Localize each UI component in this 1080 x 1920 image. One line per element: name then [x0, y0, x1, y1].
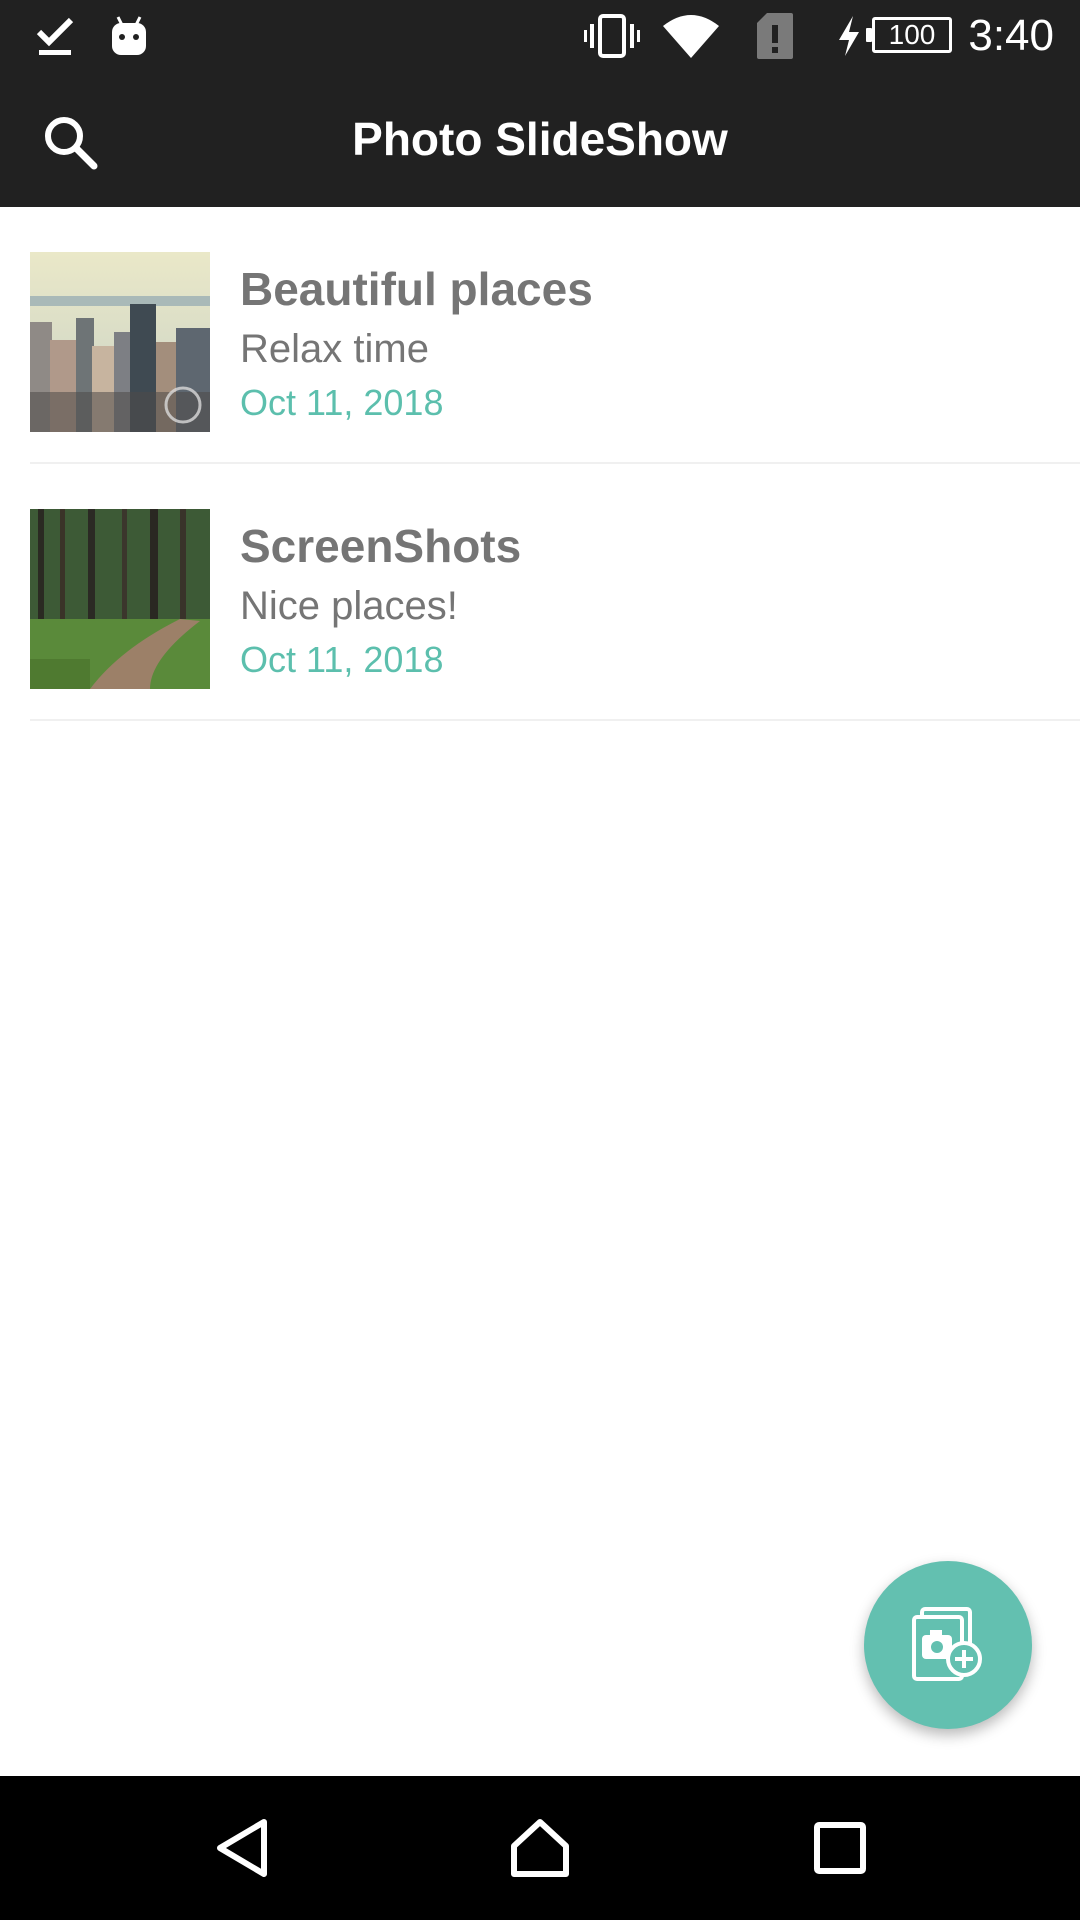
android-icon — [104, 0, 154, 72]
vibrate-icon — [582, 0, 642, 72]
battery-level: 100 — [888, 19, 936, 50]
back-icon — [217, 1819, 267, 1877]
recents-icon — [814, 1822, 866, 1874]
slideshow-subtitle: Nice places! — [240, 584, 458, 628]
forest-path-thumbnail — [30, 509, 210, 689]
charging-icon — [832, 0, 866, 72]
sim-alert-icon — [752, 0, 798, 72]
home-button[interactable] — [468, 1776, 612, 1920]
recents-button[interactable] — [768, 1776, 912, 1920]
slideshow-date: Oct 11, 2018 — [240, 382, 444, 423]
slideshow-title: ScreenShots — [240, 520, 522, 572]
page-title: Photo SlideShow — [352, 113, 728, 165]
wifi-icon — [660, 0, 722, 72]
city-skyline-thumbnail — [30, 252, 210, 432]
app-bar: Photo SlideShow — [0, 72, 1080, 207]
divider — [30, 719, 1080, 721]
slideshow-title: Beautiful places — [240, 263, 593, 315]
home-icon — [511, 1819, 569, 1877]
clock: 3:40 — [968, 11, 1054, 60]
download-done-icon — [30, 0, 80, 72]
add-photo-icon — [912, 1607, 982, 1681]
battery-icon: 100 — [872, 17, 952, 53]
slideshow-date: Oct 11, 2018 — [240, 639, 444, 680]
slideshow-subtitle: Relax time — [240, 327, 429, 371]
back-button[interactable] — [170, 1776, 314, 1920]
status-bar: 100 3:40 — [0, 0, 1080, 72]
screen: 100 3:40 Photo SlideShow Beautiful place… — [0, 0, 1080, 1920]
slideshow-list: Beautiful places Relax time Oct 11, 2018 — [0, 207, 1080, 721]
add-slideshow-button[interactable] — [864, 1561, 1032, 1729]
navigation-bar — [0, 1776, 1080, 1920]
list-item[interactable]: ScreenShots Nice places! Oct 11, 2018 — [0, 464, 1080, 721]
list-item[interactable]: Beautiful places Relax time Oct 11, 2018 — [0, 207, 1080, 464]
